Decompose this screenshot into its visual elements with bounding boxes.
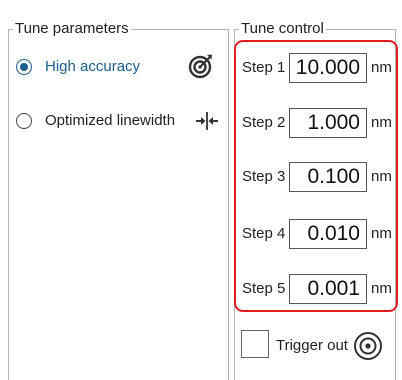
target-icon — [188, 53, 214, 84]
step-5-label: Step 5 — [242, 280, 286, 297]
trigger-out-label: Trigger out — [276, 337, 348, 354]
step-5-unit: nm — [371, 280, 392, 297]
step-4-unit: nm — [371, 225, 392, 242]
step-1-label: Step 1 — [242, 59, 286, 76]
step-3-value-field[interactable]: 0.100 — [289, 162, 367, 192]
step-1-row: Step 1 10.000 nm — [242, 53, 392, 83]
high-accuracy-radio[interactable] — [16, 58, 32, 75]
tune-control-title: Tune control — [239, 20, 326, 37]
high-accuracy-option[interactable]: High accuracy — [16, 58, 140, 75]
optimized-linewidth-option[interactable]: Optimized linewidth — [16, 112, 175, 129]
trigger-out-checkbox[interactable] — [241, 330, 269, 358]
arrows-inward-icon — [195, 110, 219, 137]
optimized-linewidth-label: Optimized linewidth — [45, 112, 176, 129]
step-3-row: Step 3 0.100 nm — [242, 162, 392, 192]
step-2-unit: nm — [371, 114, 392, 131]
step-2-value-field[interactable]: 1.000 — [289, 108, 367, 138]
step-2-row: Step 2 1.000 nm — [242, 108, 392, 138]
step-2-label: Step 2 — [242, 114, 286, 131]
step-1-unit: nm — [371, 59, 392, 76]
step-4-value-field[interactable]: 0.010 — [289, 219, 367, 249]
step-4-row: Step 4 0.010 nm — [242, 219, 392, 249]
step-3-unit: nm — [371, 168, 392, 185]
concentric-circles-icon — [353, 331, 383, 366]
step-5-row: Step 5 0.001 nm — [242, 274, 392, 304]
tune-parameters-title: Tune parameters — [13, 20, 131, 37]
optimized-linewidth-radio[interactable] — [16, 112, 32, 129]
step-1-value-field[interactable]: 10.000 — [289, 53, 367, 83]
step-5-value-field[interactable]: 0.001 — [289, 274, 367, 304]
high-accuracy-label: High accuracy — [45, 58, 141, 75]
step-4-label: Step 4 — [242, 225, 286, 242]
step-3-label: Step 3 — [242, 168, 286, 185]
